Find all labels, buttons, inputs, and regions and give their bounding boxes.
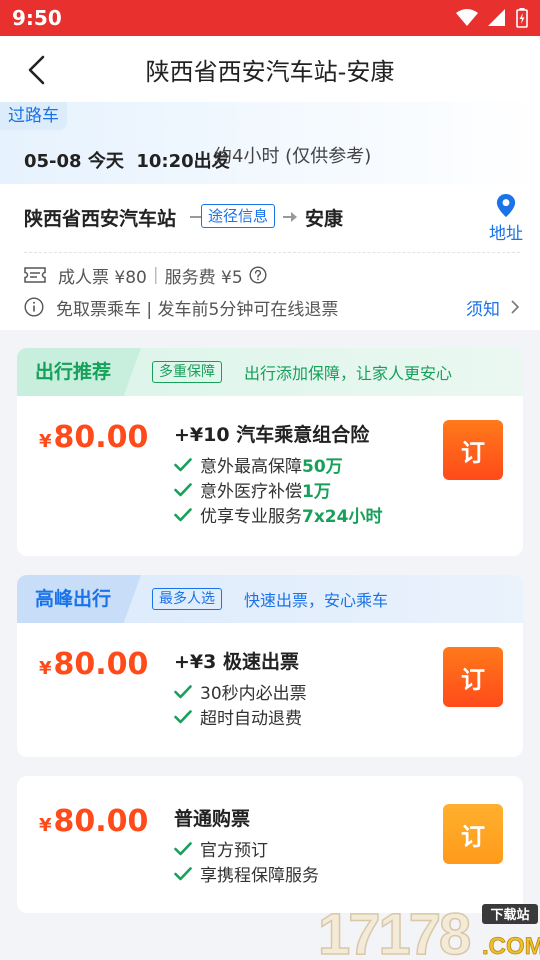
feature-item: 官方预订	[174, 836, 319, 861]
currency-symbol: ¥	[39, 431, 52, 452]
fare-row: 成人票 ¥80 | 服务费 ¥5	[24, 262, 267, 288]
plan-badge: 多重保障	[152, 361, 222, 383]
feature-item: 30秒内必出票	[174, 679, 307, 704]
check-icon	[174, 507, 192, 521]
plan-card-header: 出行推荐 多重保障 出行添加保障，让家人更安心	[17, 348, 523, 396]
price-value: 80.00	[53, 420, 149, 455]
check-icon	[174, 482, 192, 496]
plan-category-tab: 高峰出行	[17, 575, 142, 623]
signal-icon	[488, 9, 505, 26]
plan-category-tab: 出行推荐	[17, 348, 142, 396]
chevron-right-icon	[511, 300, 520, 314]
svg-text:.COM: .COM	[482, 933, 540, 960]
check-icon	[174, 841, 192, 855]
plan-title: +¥3 极速出票	[174, 651, 299, 673]
feature-highlight: 50万	[302, 457, 343, 477]
pass-through-tag: 过路车	[0, 102, 67, 130]
feature-text: 官方预订	[200, 841, 268, 861]
book-button[interactable]: 订	[443, 647, 503, 707]
plan-price: ¥80.00	[39, 420, 148, 455]
feature-list: 30秒内必出票 超时自动退费	[174, 679, 307, 729]
ticket-icon	[24, 267, 46, 283]
feature-list: 意外最高保障 50万 意外医疗补偿 1万 优享专业服务 7x24小时	[174, 452, 382, 527]
svg-text:17178: 17178	[318, 902, 470, 960]
feature-item: 优享专业服务 7x24小时	[174, 502, 382, 527]
plan-slogan: 快速出票，安心乘车	[244, 591, 389, 610]
check-icon	[174, 709, 192, 723]
status-icons	[456, 8, 528, 28]
plan-card-peak: 高峰出行 最多人选 快速出票，安心乘车 ¥80.00 +¥3 极速出票 30秒内…	[17, 575, 523, 757]
battery-icon	[516, 8, 528, 28]
plan-card-body: ¥80.00 普通购票 官方预订 享携程保障服务 订	[17, 776, 523, 913]
trip-band: 过路车 05-08 今天 10:20出发 约4小时 (仅供参考)	[0, 102, 540, 184]
status-bar: 9:50	[0, 0, 540, 36]
arrival-station: 安康	[305, 208, 344, 230]
book-button[interactable]: 订	[443, 420, 503, 480]
feature-text: 意外最高保障	[200, 457, 302, 477]
plan-card-standard: ¥80.00 普通购票 官方预订 享携程保障服务 订	[17, 776, 523, 913]
back-button[interactable]	[18, 52, 54, 88]
feature-text: 享携程保障服务	[200, 866, 319, 886]
back-arrow-icon	[28, 55, 45, 85]
feature-text: 优享专业服务	[200, 507, 302, 527]
notice-link-label: 须知	[466, 299, 500, 320]
info-icon	[24, 297, 44, 317]
plan-card-header: 高峰出行 最多人选 快速出票，安心乘车	[17, 575, 523, 623]
plan-badge: 最多人选	[152, 588, 222, 610]
svg-text:下载站: 下载站	[490, 907, 529, 923]
feature-item: 享携程保障服务	[174, 861, 319, 886]
help-icon[interactable]	[249, 266, 267, 284]
notice-text: 免取票乘车 | 发车前5分钟可在线退票	[56, 299, 339, 320]
status-time: 9:50	[12, 6, 62, 30]
feature-highlight: 1万	[302, 482, 331, 502]
watermark-logo: 17178 下载站 .COM	[317, 901, 540, 960]
price-value: 80.00	[53, 804, 149, 839]
trip-info-card: 过路车 05-08 今天 10:20出发 约4小时 (仅供参考) 陕西省西安汽车…	[0, 102, 540, 330]
separator: |	[152, 265, 159, 285]
location-pin-icon	[496, 194, 516, 217]
adult-fare: 成人票 ¥80	[58, 267, 147, 288]
notice-row: 免取票乘车 | 发车前5分钟可在线退票 须知	[24, 294, 520, 320]
feature-highlight: 7x24小时	[302, 507, 383, 527]
check-icon	[174, 866, 192, 880]
plan-title: +¥10 汽车乘意组合险	[174, 424, 370, 446]
feature-item: 意外最高保障 50万	[174, 452, 382, 477]
plan-card-body: ¥80.00 +¥10 汽车乘意组合险 意外最高保障 50万 意外医疗补偿 1万 优…	[17, 396, 523, 556]
feature-item: 超时自动退费	[174, 704, 307, 729]
departure-time: 05-08 今天 10:20出发	[24, 151, 230, 172]
book-button[interactable]: 订	[443, 804, 503, 864]
feature-text: 30秒内必出票	[200, 684, 307, 704]
plan-card-recommended: 出行推荐 多重保障 出行添加保障，让家人更安心 ¥80.00 +¥10 汽车乘意…	[17, 348, 523, 556]
notice-link[interactable]: 须知	[466, 295, 520, 320]
feature-item: 意外医疗补偿 1万	[174, 477, 382, 502]
divider	[24, 252, 520, 253]
feature-list: 官方预订 享携程保障服务	[174, 836, 319, 886]
feature-text: 意外医疗补偿	[200, 482, 302, 502]
currency-symbol: ¥	[39, 658, 52, 679]
address-button[interactable]: 地址	[486, 194, 526, 244]
route-arrow-icon	[291, 212, 297, 222]
address-label: 地址	[489, 224, 523, 244]
feature-text: 超时自动退费	[200, 709, 302, 729]
price-value: 80.00	[53, 647, 149, 682]
plan-price: ¥80.00	[39, 804, 148, 839]
page-header: 陕西省西安汽车站-安康	[0, 36, 540, 102]
plan-price: ¥80.00	[39, 647, 148, 682]
wifi-icon	[456, 9, 478, 26]
plan-card-body: ¥80.00 +¥3 极速出票 30秒内必出票 超时自动退费 订	[17, 623, 523, 757]
trip-duration: 约4小时 (仅供参考)	[214, 146, 372, 167]
check-icon	[174, 457, 192, 471]
page-title: 陕西省西安汽车站-安康	[145, 57, 395, 86]
plan-title: 普通购票	[174, 808, 251, 830]
departure-station: 陕西省西安汽车站	[24, 208, 177, 230]
route-info-button[interactable]: 途径信息	[201, 204, 276, 228]
service-fee: 服务费 ¥5	[164, 267, 243, 288]
check-icon	[174, 684, 192, 698]
plan-slogan: 出行添加保障，让家人更安心	[244, 364, 453, 383]
currency-symbol: ¥	[39, 815, 52, 836]
